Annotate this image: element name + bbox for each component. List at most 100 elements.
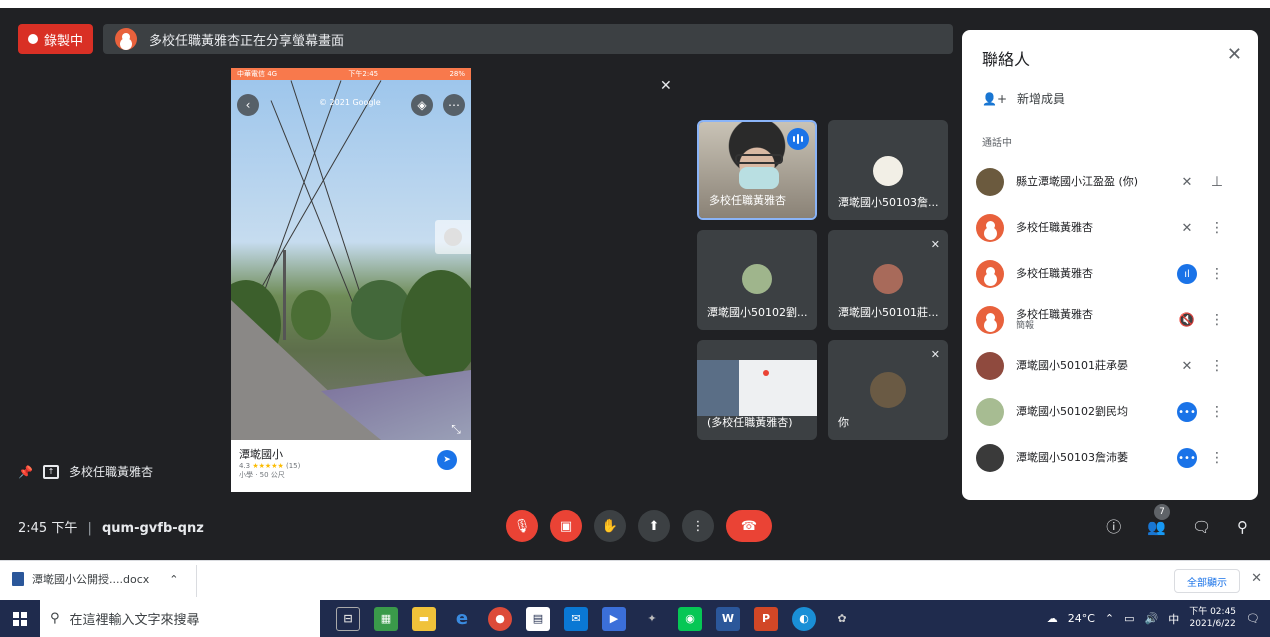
place-card[interactable]: 潭墘國小 4.3 ★★★★★ (15) 小學 · 50 公尺 ➤ bbox=[231, 440, 471, 492]
camera-toggle-button[interactable]: ▣ bbox=[550, 510, 582, 542]
pin-icon[interactable]: ⊥ bbox=[1202, 174, 1232, 190]
recording-badge[interactable]: 錄製中 bbox=[18, 24, 94, 54]
close-icon[interactable]: ✕ bbox=[1251, 571, 1262, 586]
participant-row[interactable]: 潭墘國小50101莊承晏 ✕ ⋮ bbox=[976, 346, 1248, 386]
more-icon[interactable]: ⋯ bbox=[443, 94, 465, 116]
participant-name: 潭墘國小50103詹沛萎 bbox=[1016, 451, 1128, 465]
notification-icon[interactable]: 🗨 bbox=[1246, 612, 1260, 625]
participant-name: 多校任職黃雅杏 bbox=[1016, 267, 1093, 281]
start-button[interactable] bbox=[0, 600, 40, 637]
add-member-button[interactable]: 👤+ 新增成員 bbox=[982, 90, 1065, 107]
participant-row[interactable]: 潭墘國小50102劉民均 ••• ⋮ bbox=[976, 392, 1248, 432]
place-name: 潭墘國小 bbox=[239, 448, 283, 461]
back-icon[interactable]: ‹ bbox=[237, 94, 259, 116]
more-icon[interactable]: ⋮ bbox=[1202, 312, 1232, 328]
place-sub: 小學 · 50 公尺 bbox=[239, 471, 285, 479]
chevron-up-icon[interactable]: ⌃ bbox=[1105, 612, 1114, 625]
edge-icon[interactable]: ◐ bbox=[792, 606, 816, 631]
edge-legacy-icon[interactable]: e bbox=[450, 607, 474, 631]
show-all-button[interactable]: 全部顯示 bbox=[1174, 569, 1240, 593]
volume-icon[interactable]: 🔊 bbox=[1145, 612, 1159, 625]
chevron-up-icon[interactable]: ⌃ bbox=[169, 573, 178, 586]
participant-row[interactable]: 多校任職黃雅杏 簡報 🔇 ⋮ bbox=[976, 300, 1248, 340]
chat-icon[interactable]: 🗨 bbox=[1192, 518, 1211, 536]
mail-icon[interactable]: ✉ bbox=[564, 606, 588, 631]
participant-row[interactable]: 多校任職黃雅杏 ✕ ⋮ bbox=[976, 208, 1248, 248]
avatar bbox=[976, 214, 1004, 242]
search-placeholder: 在這裡輸入文字來搜尋 bbox=[69, 613, 200, 628]
meeting-time: 2:45 下午 bbox=[18, 521, 78, 536]
tile-label: 你 bbox=[838, 416, 849, 429]
taskbar-search[interactable]: ⚲ 在這裡輸入文字來搜尋 bbox=[40, 600, 320, 637]
directions-icon[interactable]: ➤ bbox=[437, 450, 457, 470]
mic-off-icon: ✕ bbox=[1181, 358, 1193, 374]
presentation-thumbnail bbox=[697, 360, 817, 416]
participant-row[interactable]: 縣立潭墘國小江盈盈 (你) ✕ ⊥ bbox=[976, 162, 1248, 202]
meeting-separator: | bbox=[87, 521, 92, 536]
participant-tile[interactable]: (多校任職黃雅杏) bbox=[697, 340, 817, 440]
app-icon[interactable]: ✦ bbox=[640, 607, 664, 631]
avatar bbox=[870, 372, 906, 408]
download-item[interactable]: 潭墘國小公開授....docx ⌃ bbox=[12, 571, 178, 587]
taskbar-apps: ⊟ ▦ ▬ e ● ▤ ✉ ▶ ✦ ◉ W P ◐ ✿ bbox=[336, 606, 854, 631]
avatar bbox=[976, 306, 1004, 334]
more-icon[interactable]: ⋮ bbox=[1202, 450, 1232, 466]
end-call-button[interactable]: ☎ bbox=[726, 510, 772, 542]
rating-stars: ★★★★★ bbox=[252, 462, 284, 470]
file-explorer-icon[interactable]: ▬ bbox=[412, 606, 436, 631]
line-icon[interactable]: ◉ bbox=[678, 606, 702, 631]
app-icon[interactable]: ▦ bbox=[374, 606, 398, 631]
clock[interactable]: 下午 02:45 2021/6/22 bbox=[1189, 607, 1236, 630]
people-icon[interactable]: 👥 7 bbox=[1147, 503, 1170, 536]
app-icon[interactable]: ✿ bbox=[830, 607, 854, 631]
street-view-toggle[interactable] bbox=[435, 220, 471, 254]
participant-tile[interactable]: ✕ 你 bbox=[828, 340, 948, 440]
pin-icon[interactable]: 📌 bbox=[18, 465, 33, 479]
meeting-code: qum-gvfb-qnz bbox=[102, 521, 204, 536]
weather-icon[interactable]: ☁ bbox=[1047, 612, 1058, 625]
more-icon[interactable]: ⋮ bbox=[1202, 358, 1232, 374]
collapse-icon[interactable]: ⤡ bbox=[445, 418, 467, 440]
activities-icon[interactable]: ⚲ bbox=[1237, 518, 1248, 536]
participant-row[interactable]: 潭墘國小50103詹沛萎 ••• ⋮ bbox=[976, 438, 1248, 478]
more-icon[interactable]: ⋮ bbox=[1202, 404, 1232, 420]
download-bar: 潭墘國小公開授....docx ⌃ 全部顯示 ✕ bbox=[0, 560, 1270, 600]
speaking-icon bbox=[787, 128, 809, 150]
network-icon[interactable]: ▭ bbox=[1124, 612, 1134, 625]
control-bar: 🎙 ▣ ✋ ⬆ ⋮ ☎ bbox=[506, 510, 772, 542]
raise-hand-button[interactable]: ✋ bbox=[594, 510, 626, 542]
participant-tile[interactable]: ✕ 潭墘國小50101莊... bbox=[828, 230, 948, 330]
avatar bbox=[976, 444, 1004, 472]
street-view-image: ‹ ◈ ⋯ © 2021 Google ⤡ bbox=[231, 80, 471, 440]
mic-off-icon: ✕ bbox=[660, 78, 672, 94]
present-button[interactable]: ⬆ bbox=[638, 510, 670, 542]
ime-indicator[interactable]: 中 bbox=[1168, 611, 1179, 627]
meet-window: 錄製中 多校任職黃雅杏正在分享螢幕畫面 中華電信 4G 下午2:45 28% ‹… bbox=[0, 8, 1270, 558]
app-icon[interactable]: ▶ bbox=[602, 606, 626, 631]
avatar bbox=[976, 168, 1004, 196]
compass-icon[interactable]: ◈ bbox=[411, 94, 433, 116]
more-options-button[interactable]: ⋮ bbox=[682, 510, 714, 542]
word-icon[interactable]: W bbox=[716, 606, 740, 631]
store-icon[interactable]: ▤ bbox=[526, 606, 550, 631]
task-view-icon[interactable]: ⊟ bbox=[336, 606, 360, 631]
participant-row[interactable]: 多校任職黃雅杏 ıl ⋮ bbox=[976, 254, 1248, 294]
avatar bbox=[976, 352, 1004, 380]
participant-tile[interactable]: 潭墘國小50102劉... bbox=[697, 230, 817, 330]
participant-name: 多校任職黃雅杏 簡報 bbox=[1016, 308, 1172, 332]
chrome-icon[interactable]: ● bbox=[488, 606, 512, 631]
phone-status-bar: 中華電信 4G 下午2:45 28% bbox=[231, 68, 471, 80]
pinned-label: 多校任職黃雅杏 bbox=[68, 465, 153, 479]
weather-temp[interactable]: 24°C bbox=[1068, 612, 1095, 625]
powerpoint-icon[interactable]: P bbox=[754, 606, 778, 631]
info-icon[interactable]: ⓘ bbox=[1106, 516, 1121, 537]
more-icon[interactable]: ⋮ bbox=[1202, 266, 1232, 282]
mic-toggle-button[interactable]: 🎙 bbox=[506, 510, 538, 542]
phone-time: 下午2:45 bbox=[348, 70, 379, 78]
more-icon[interactable]: ⋮ bbox=[1202, 220, 1232, 236]
participant-tile[interactable]: 潭墘國小50103詹... bbox=[828, 120, 948, 220]
avatar bbox=[976, 260, 1004, 288]
tile-label: 多校任職黃雅杏 bbox=[709, 194, 786, 207]
participant-tile[interactable]: 多校任職黃雅杏 bbox=[697, 120, 817, 220]
close-icon[interactable]: ✕ bbox=[1227, 44, 1242, 65]
